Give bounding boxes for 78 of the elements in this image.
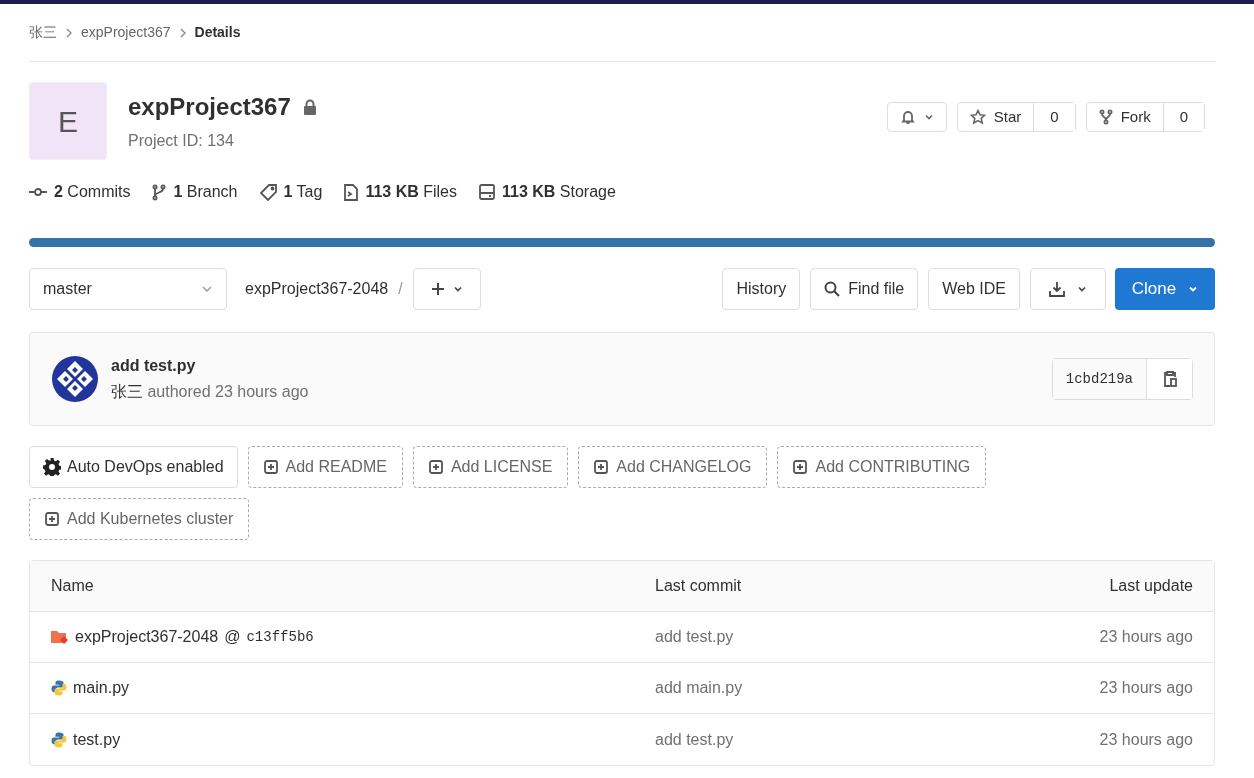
- add-file-button[interactable]: Add Kubernetes cluster: [29, 498, 250, 540]
- commit-message-link[interactable]: add main.py: [655, 679, 743, 696]
- plus-square-icon: [428, 460, 443, 474]
- file-icon: [344, 183, 359, 201]
- commit-message[interactable]: add test.py: [111, 354, 309, 378]
- caret-icon: [452, 284, 463, 294]
- toolbar-button[interactable]: Find file: [810, 268, 919, 310]
- stat-link[interactable]: 1 Branch: [173, 180, 238, 204]
- star-button[interactable]: Star: [957, 103, 1034, 131]
- auto-devops-button[interactable]: Auto DevOps enabled: [29, 446, 238, 488]
- project-id: Project ID: 134: [128, 131, 235, 151]
- tag-icon: [259, 183, 277, 201]
- clone-dropdown[interactable]: Clone: [1115, 268, 1215, 310]
- commit-sha[interactable]: 1cbd219a: [1052, 359, 1147, 399]
- caret-icon: [1188, 284, 1199, 294]
- clipboard-icon: [1161, 370, 1178, 388]
- branch-icon: [152, 183, 167, 201]
- branch-dropdown[interactable]: master: [29, 268, 227, 310]
- download-icon: [1049, 281, 1065, 297]
- commit-message-link[interactable]: add test.py: [655, 730, 734, 748]
- search-icon: [824, 281, 841, 297]
- project-avatar: E: [29, 82, 107, 160]
- chevron-icon: [178, 27, 187, 38]
- submodule-link[interactable]: expProject367-2048: [75, 625, 219, 649]
- star-icon: [969, 109, 986, 125]
- plus-square-icon: [793, 460, 808, 474]
- python-file-icon: [51, 680, 67, 696]
- column-header: Name: [51, 577, 94, 594]
- update-time: 23 hours ago: [1099, 679, 1193, 696]
- caret-icon: [923, 112, 934, 122]
- commit-link[interactable]: c13ff5b6: [246, 626, 314, 648]
- commit-icon: [29, 187, 47, 197]
- commit-author[interactable]: 张三: [111, 383, 143, 400]
- stat-link[interactable]: 113 KB Files: [365, 180, 457, 204]
- breadcrumb-link[interactable]: Details: [194, 22, 241, 43]
- copy-button[interactable]: [1147, 359, 1192, 399]
- bell-icon: [899, 109, 916, 125]
- project-title: expProject367: [128, 92, 291, 122]
- fork-icon: [1098, 109, 1113, 125]
- add-file-button[interactable]: Add CONTRIBUTING: [777, 446, 987, 488]
- stat-link[interactable]: 113 KB Storage: [502, 180, 616, 204]
- plus-square-icon: [263, 460, 278, 474]
- toolbar-button[interactable]: Web IDE: [928, 268, 1020, 310]
- download-dropdown[interactable]: [1030, 268, 1106, 310]
- add-file-button[interactable]: Add CHANGELOG: [578, 446, 768, 488]
- stat-link[interactable]: 1 Tag: [283, 180, 323, 204]
- column-header: Last commit: [655, 577, 742, 594]
- breadcrumb-link[interactable]: expProject367: [81, 22, 171, 43]
- python-file-icon: [51, 731, 67, 748]
- breadcrumb-link[interactable]: 张三: [29, 22, 57, 43]
- fork-button[interactable]: Fork: [1086, 103, 1163, 131]
- file-link[interactable]: main.py: [73, 676, 130, 700]
- path-separator: /: [398, 279, 403, 299]
- notification-dropdown[interactable]: [886, 102, 947, 132]
- settings-icon: [43, 458, 61, 476]
- chevron-icon: [65, 27, 73, 38]
- update-time: 23 hours ago: [1099, 628, 1193, 645]
- user-avatar-icon: [51, 355, 99, 403]
- column-header: Last update: [1109, 577, 1193, 594]
- caret-icon: [201, 284, 213, 294]
- star-count[interactable]: 0: [1033, 103, 1075, 131]
- caret-icon: [1077, 284, 1087, 294]
- update-time: 23 hours ago: [1099, 730, 1193, 748]
- storage-icon: [479, 184, 495, 200]
- plus-square-icon: [594, 460, 609, 474]
- fork-count[interactable]: 0: [1162, 103, 1204, 131]
- repository-path: expProject367-2048: [245, 279, 389, 299]
- stat-link[interactable]: 2 Commits: [54, 180, 131, 204]
- file-link[interactable]: test.py: [73, 727, 121, 752]
- at-sign: @: [224, 627, 241, 647]
- commit-message-link[interactable]: add test.py: [655, 628, 734, 645]
- toolbar-button[interactable]: History: [722, 268, 801, 310]
- add-file-button[interactable]: Add LICENSE: [412, 446, 569, 488]
- plus-square-icon: [45, 512, 59, 526]
- add-file-button[interactable]: Add README: [247, 446, 403, 488]
- folder-icon: [51, 629, 69, 645]
- plus-icon: [430, 282, 445, 296]
- commit-time: authored 23 hours ago: [147, 383, 309, 400]
